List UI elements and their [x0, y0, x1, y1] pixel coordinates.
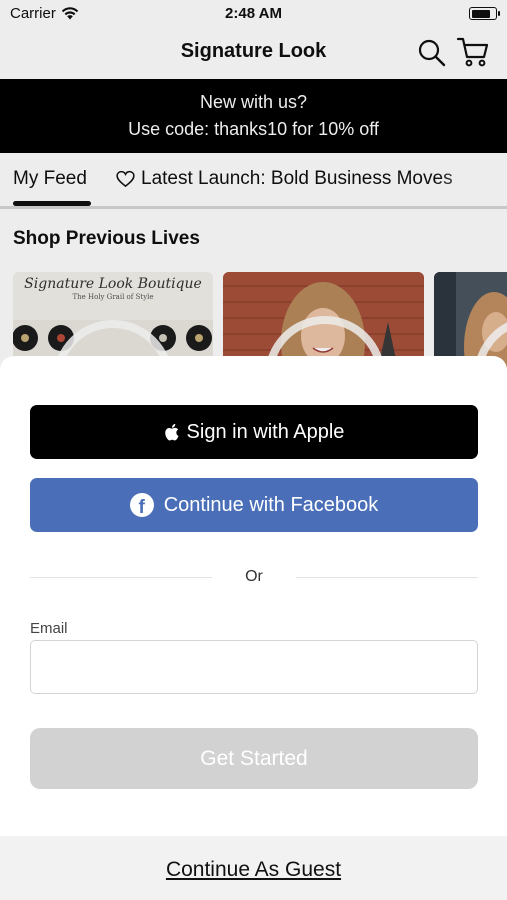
email-label: Email	[30, 620, 68, 637]
email-field[interactable]	[30, 640, 478, 694]
get-started-button[interactable]: Get Started	[30, 728, 478, 789]
facebook-logo-icon: f	[129, 493, 154, 517]
apple-button-label: Sign in with Apple	[186, 420, 345, 443]
divider-or-text: Or	[245, 568, 263, 585]
divider-line	[296, 577, 478, 578]
divider-line	[30, 577, 212, 578]
get-started-label: Get Started	[200, 746, 308, 770]
facebook-button-label: Continue with Facebook	[163, 493, 379, 516]
app-screen: Carrier 2:48 AM Signature Look New with …	[0, 0, 507, 900]
sign-in-with-apple-button[interactable]: Sign in with Apple	[30, 405, 478, 459]
continue-as-guest-link[interactable]: Continue As Guest	[0, 858, 507, 882]
sign-in-sheet: Sign in with Apple f Continue with Faceb…	[0, 356, 507, 900]
apple-logo-icon	[164, 423, 179, 441]
continue-with-facebook-button[interactable]: f Continue with Facebook	[30, 478, 478, 532]
guest-bar: Continue As Guest	[0, 836, 507, 900]
